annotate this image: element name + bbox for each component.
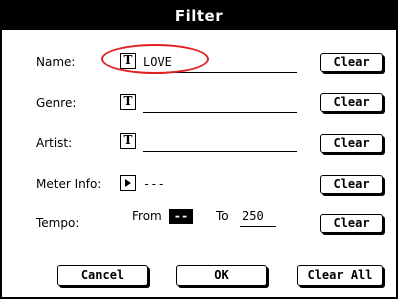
tempo-to-underline <box>240 226 276 227</box>
tempo-to-label: To <box>216 209 229 223</box>
genre-label: Genre: <box>36 96 77 110</box>
artist-field-underline <box>143 151 297 152</box>
filter-dialog: Filter Name: T LOVE Clear Genre: T Clear… <box>0 0 398 299</box>
name-field-value[interactable]: LOVE <box>143 55 172 69</box>
meter-info-value: --- <box>143 177 165 191</box>
meter-info-label: Meter Info: <box>36 177 102 191</box>
clear-all-button[interactable]: Clear All <box>297 265 383 286</box>
artist-text-edit-icon[interactable]: T <box>120 133 136 149</box>
dialog-title: Filter <box>2 2 396 30</box>
name-clear-button[interactable]: Clear <box>320 53 383 72</box>
genre-text-edit-icon[interactable]: T <box>120 94 136 110</box>
tempo-from-label: From <box>132 209 162 223</box>
genre-field-underline <box>143 112 297 113</box>
name-label: Name: <box>36 55 76 69</box>
play-arrow-icon[interactable] <box>120 175 136 191</box>
ok-button[interactable]: OK <box>176 265 267 286</box>
genre-clear-button[interactable]: Clear <box>320 93 383 112</box>
artist-clear-button[interactable]: Clear <box>320 134 383 153</box>
name-field-underline <box>143 72 297 73</box>
cancel-button[interactable]: Cancel <box>57 265 148 286</box>
tempo-label: Tempo: <box>36 216 80 230</box>
tempo-clear-button[interactable]: Clear <box>320 214 383 233</box>
name-text-edit-icon[interactable]: T <box>120 53 136 69</box>
tempo-from-field[interactable]: -- <box>169 209 193 224</box>
meter-info-clear-button[interactable]: Clear <box>320 175 383 194</box>
tempo-to-value[interactable]: 250 <box>242 209 264 223</box>
artist-label: Artist: <box>36 136 73 150</box>
